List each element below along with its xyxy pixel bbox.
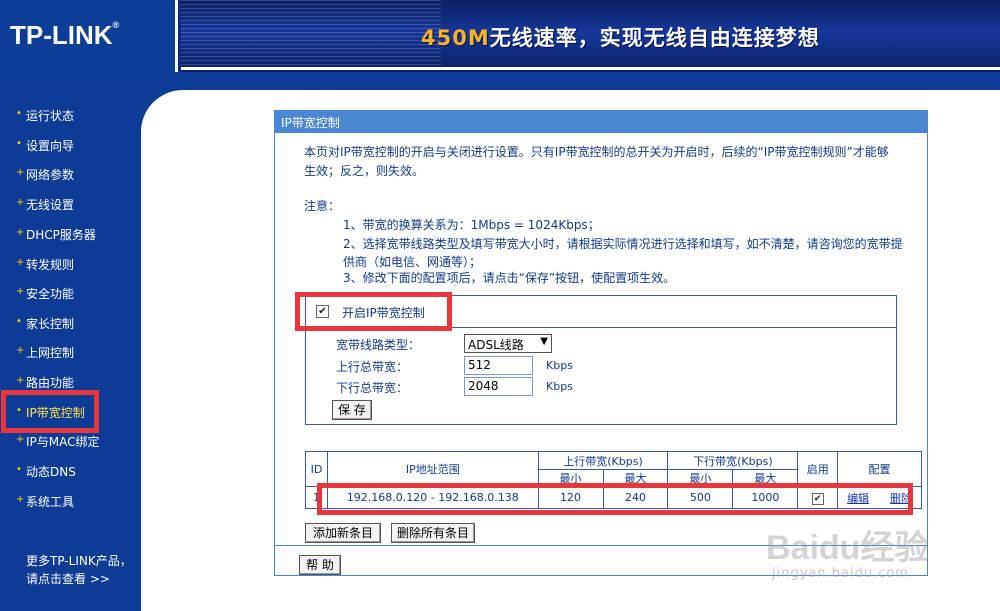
dropdown-arrow-icon: ▼ [540, 336, 548, 347]
col-down-max: 最大 [732, 469, 799, 487]
delete-link[interactable]: 删除 [890, 492, 912, 505]
row-down-min: 500 [667, 486, 734, 509]
delete-all-button[interactable]: 删除所有条目 [391, 523, 475, 543]
down-bandwidth-input[interactable]: 2048 [464, 377, 533, 396]
bullet-icon: + [16, 286, 25, 297]
header-slogan: 450M无线速率，实现无线自由连接梦想 [421, 22, 820, 52]
row-enable-cell: ✔ [797, 486, 839, 509]
intro-line-1: 本页对IP带宽控制的开启与关闭进行设置。只有IP带宽控制的总开关为开启时，后续的… [304, 145, 889, 159]
sidebar-item-network[interactable]: + 网络参数 [0, 160, 141, 188]
sidebar-item-system-tools[interactable]: + 系统工具 [0, 487, 141, 515]
sidebar-item-security[interactable]: + 安全功能 [0, 279, 141, 307]
sidebar-item-access-control[interactable]: + 上网控制 [0, 338, 141, 366]
bullet-icon: • [16, 316, 22, 327]
logo-box: TP-LINK® [0, 0, 178, 72]
sidebar-item-ip-bandwidth[interactable]: • IP带宽控制 [0, 398, 141, 426]
col-ip-range: IP地址范围 [327, 451, 539, 487]
note-1: 1、带宽的换算关系为：1Mbps = 1024Kbps； [343, 218, 600, 232]
slogan-speed: 450M [421, 26, 490, 50]
bullet-icon: • [16, 138, 22, 149]
note-label: 注意： [304, 199, 341, 213]
up-bandwidth-label: 上行总带宽： [336, 360, 409, 374]
bullet-icon: + [16, 197, 25, 208]
line-type-select[interactable]: ADSL线路 ▼ [464, 334, 552, 353]
col-up-min: 最小 [537, 469, 604, 487]
intro-line-2: 生效；反之，则失效。 [304, 164, 425, 178]
row-id: 1 [305, 486, 328, 509]
row-up-max: 240 [602, 486, 669, 509]
row-up-min: 120 [537, 486, 604, 509]
sidebar-item-wireless[interactable]: + 无线设置 [0, 190, 141, 218]
sidebar-item-routing[interactable]: + 路由功能 [0, 368, 141, 396]
bullet-icon: • [16, 108, 22, 119]
col-id: ID [305, 451, 328, 487]
panel-title: IP带宽控制 [275, 111, 927, 133]
up-bandwidth-input[interactable]: 512 [464, 356, 533, 375]
row-enable-checkbox[interactable]: ✔ [811, 492, 824, 505]
note-2a: 2、选择宽带线路类型及填写带宽大小时，请根据实际情况进行选择和填写，如不清楚，请… [343, 237, 903, 251]
save-button[interactable]: 保 存 [332, 400, 372, 420]
col-up-max: 最大 [602, 469, 669, 487]
row-ip-range: 192.168.0.120 - 192.168.0.138 [327, 486, 539, 509]
sidebar-item-wizard[interactable]: • 设置向导 [0, 131, 141, 159]
col-down: 下行带宽(Kbps) [667, 451, 799, 470]
enable-checkbox[interactable]: ✔ [316, 305, 329, 318]
bullet-icon: • [16, 464, 22, 475]
sidebar: • 运行状态 • 设置向导 + 网络参数 + 无线设置 + DHCP服务器 + 转发规则 +… [0, 72, 141, 611]
header-banner: 450M无线速率，实现无线自由连接梦想 [181, 0, 1000, 72]
more-products-link[interactable]: 更多TP-LINK产品， 请点击查看 >> [26, 552, 132, 588]
bullet-icon: + [16, 434, 25, 445]
note-3: 3、修改下面的配置项后，请点击“保存”按钮，使配置项生效。 [343, 271, 676, 285]
content-corner [141, 72, 201, 150]
down-unit: Kbps [546, 380, 573, 393]
line-type-label: 宽带线路类型： [336, 338, 421, 352]
sidebar-item-dhcp[interactable]: + DHCP服务器 [0, 220, 141, 248]
row-config-cell: 编辑 删除 [837, 486, 922, 509]
edit-link[interactable]: 编辑 [847, 492, 869, 505]
up-unit: Kbps [546, 359, 573, 372]
header: TP-LINK® 450M无线速率，实现无线自由连接梦想 [0, 0, 1000, 72]
sidebar-item-parental[interactable]: • 家长控制 [0, 309, 141, 337]
bullet-icon: + [16, 167, 25, 178]
row-down-max: 1000 [732, 486, 799, 509]
bullet-icon: + [16, 257, 25, 268]
sidebar-item-forwarding[interactable]: + 转发规则 [0, 250, 141, 278]
col-config: 配置 [837, 451, 922, 487]
bullet-icon: + [16, 227, 25, 238]
bullet-icon: + [16, 345, 25, 356]
col-enable: 启用 [797, 451, 839, 487]
enable-label: 开启IP带宽控制 [342, 306, 425, 320]
sidebar-item-ip-mac[interactable]: + IP与MAC绑定 [0, 427, 141, 455]
add-entry-button[interactable]: 添加新条目 [305, 523, 381, 543]
more-line-2: 请点击查看 >> [26, 572, 110, 586]
more-line-1: 更多TP-LINK产品， [26, 554, 132, 568]
sidebar-item-ddns[interactable]: • 动态DNS [0, 457, 141, 485]
content-top-band [141, 72, 1000, 90]
bandwidth-config-box: ✔ 开启IP带宽控制 宽带线路类型： ADSL线路 ▼ 上行总带宽： 512 Kb… [305, 295, 897, 425]
col-up: 上行带宽(Kbps) [537, 451, 669, 470]
bullet-icon: + [16, 375, 25, 386]
slogan-text: 无线速率，实现无线自由连接梦想 [489, 26, 820, 50]
down-bandwidth-label: 下行总带宽： [336, 381, 409, 395]
bullet-icon: + [16, 494, 25, 505]
ip-bandwidth-panel: IP带宽控制 本页对IP带宽控制的开启与关闭进行设置。只有IP带宽控制的总开关为… [274, 110, 928, 576]
table-row: 1 192.168.0.120 - 192.168.0.138 120 240 … [305, 486, 922, 509]
help-button[interactable]: 帮 助 [299, 555, 341, 575]
tp-link-logo: TP-LINK® [10, 20, 120, 50]
col-down-min: 最小 [667, 469, 734, 487]
rules-table: ID IP地址范围 上行带宽(Kbps) 下行带宽(Kbps) 启用 配置 最小… [305, 451, 922, 509]
sidebar-item-status[interactable]: • 运行状态 [0, 101, 141, 129]
bullet-icon: • [16, 405, 22, 416]
